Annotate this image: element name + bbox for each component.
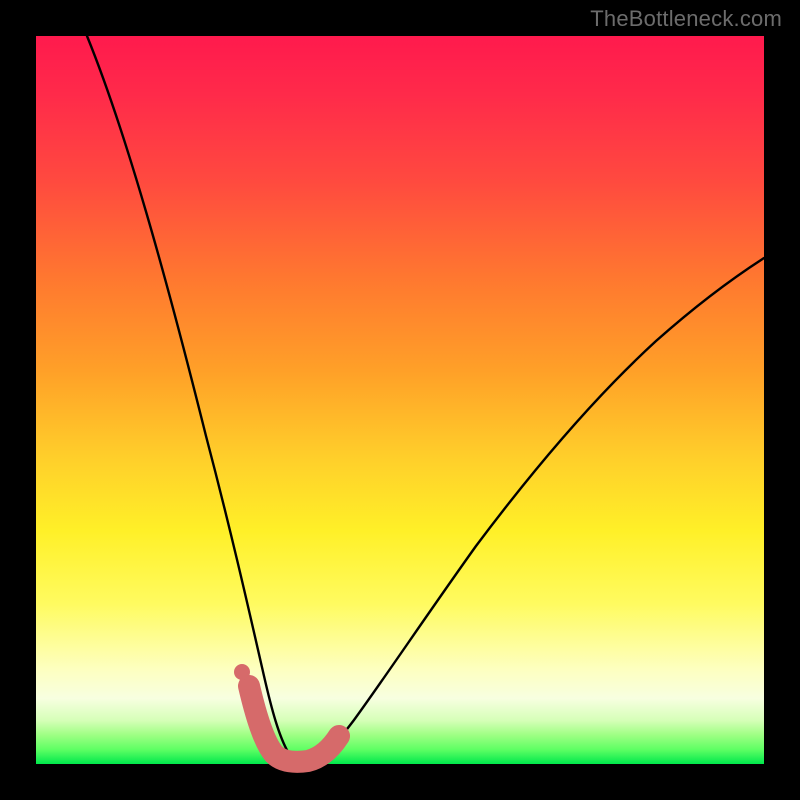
bottleneck-curve	[87, 36, 764, 761]
marker-band	[249, 686, 339, 762]
marker-dot	[234, 664, 250, 680]
chart-frame: TheBottleneck.com	[0, 0, 800, 800]
watermark-text: TheBottleneck.com	[590, 6, 782, 32]
chart-svg	[36, 36, 764, 764]
